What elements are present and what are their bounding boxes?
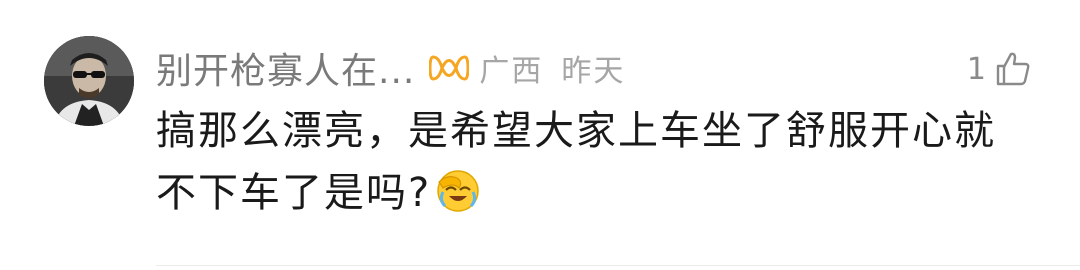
avatar-image	[44, 36, 134, 126]
thumbs-up-icon	[996, 52, 1030, 86]
like-button[interactable]: 1	[967, 46, 1032, 92]
comment-text-line-2-text: 不下车了是吗?	[156, 170, 432, 216]
comment-text-line-2: 不下车了是吗?	[156, 162, 1036, 224]
timestamp: 昨天	[561, 54, 626, 89]
location: 广西	[479, 54, 544, 89]
divider	[156, 265, 1080, 266]
comment-text-line-1: 搞那么漂亮，是希望大家上车坐了舒服开心就	[156, 108, 996, 154]
like-count: 1	[966, 51, 986, 87]
username[interactable]: 别开枪寡人在...	[156, 42, 415, 94]
facepalm-laugh-emoji-icon	[437, 170, 479, 212]
comment-item: 别开枪寡人在... 广西 昨天 1 搞那么漂亮，是希望大家上车坐了舒服开心就 不…	[0, 0, 1080, 270]
vip-badge-icon	[428, 51, 470, 85]
avatar[interactable]	[44, 36, 134, 126]
comment-header: 别开枪寡人在... 广西 昨天	[156, 40, 625, 96]
comment-text: 搞那么漂亮，是希望大家上车坐了舒服开心就 不下车了是吗?	[156, 100, 1036, 224]
